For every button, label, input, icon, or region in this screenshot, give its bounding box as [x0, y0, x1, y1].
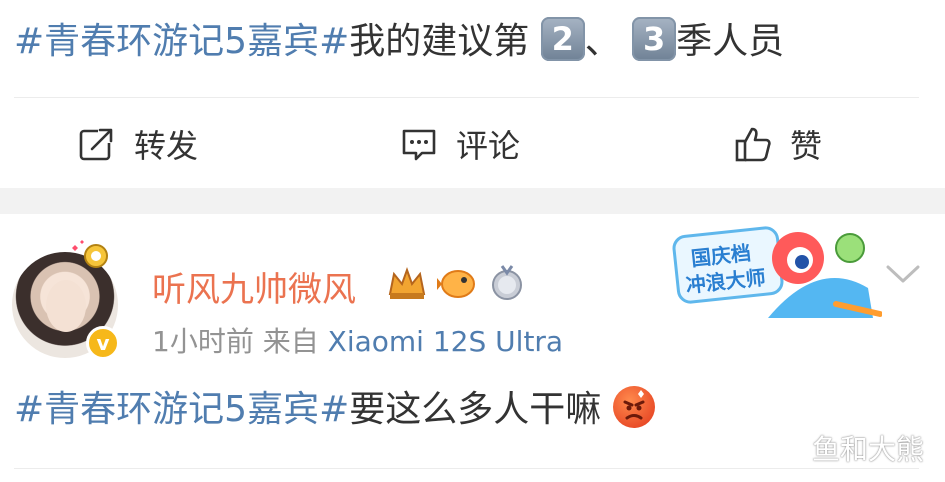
- divider: [14, 97, 919, 98]
- device-link[interactable]: Xiaomi 12S Ultra: [328, 325, 563, 358]
- action-bar: 转发 评论 赞: [0, 100, 945, 188]
- post-text: #青春环游记5嘉宾#我的建议第 2、 3 季人员: [14, 14, 784, 70]
- verified-badge-icon: v: [86, 326, 120, 360]
- angry-face-icon: [612, 386, 655, 428]
- chevron-down-icon[interactable]: [884, 262, 922, 286]
- like-label: 赞: [790, 127, 823, 165]
- like-button[interactable]: 赞: [734, 100, 822, 188]
- comment-meta: 1小时前 来自 Xiaomi 12S Ultra: [152, 320, 563, 360]
- promo-banner[interactable]: 国庆档 冲浪大师: [668, 218, 882, 328]
- pendant-decoration-icon: [72, 240, 108, 268]
- comment-hashtag-link[interactable]: #青春环游记5嘉宾#: [14, 389, 349, 430]
- crown-badge-icon[interactable]: [386, 264, 428, 302]
- comment-icon: [402, 129, 436, 161]
- keycap-number-icon: 3: [632, 17, 677, 61]
- user-badges: [386, 264, 528, 302]
- post-text-after: 季人员: [676, 21, 785, 62]
- comment-username[interactable]: 听风九帅微风: [152, 262, 356, 311]
- post-time: 1小时前: [152, 325, 254, 358]
- medal-badge-icon[interactable]: [486, 264, 528, 302]
- divider: [14, 468, 919, 469]
- thumbs-up-icon: [735, 127, 771, 162]
- keycap-number-icon: 2: [540, 17, 585, 61]
- section-separator: [0, 188, 945, 214]
- post-separator: 、: [584, 21, 621, 62]
- repost-label: 转发: [134, 127, 199, 165]
- from-label: 来自: [262, 325, 319, 358]
- avatar-face: [46, 280, 86, 332]
- comment-body: 要这么多人干嘛: [349, 389, 602, 430]
- repost-icon: [79, 127, 114, 161]
- watermark: 鱼和大熊: [812, 433, 925, 466]
- repost-button[interactable]: 转发: [78, 100, 198, 188]
- comment-text: #青春环游记5嘉宾#要这么多人干嘛: [14, 382, 655, 438]
- post-text-before: 我的建议第: [349, 21, 530, 62]
- comment-label: 评论: [456, 127, 521, 165]
- post-hashtag-link[interactable]: #青春环游记5嘉宾#: [14, 21, 349, 62]
- pufferfish-badge-icon[interactable]: [436, 264, 478, 302]
- comment-button[interactable]: 评论: [400, 100, 520, 188]
